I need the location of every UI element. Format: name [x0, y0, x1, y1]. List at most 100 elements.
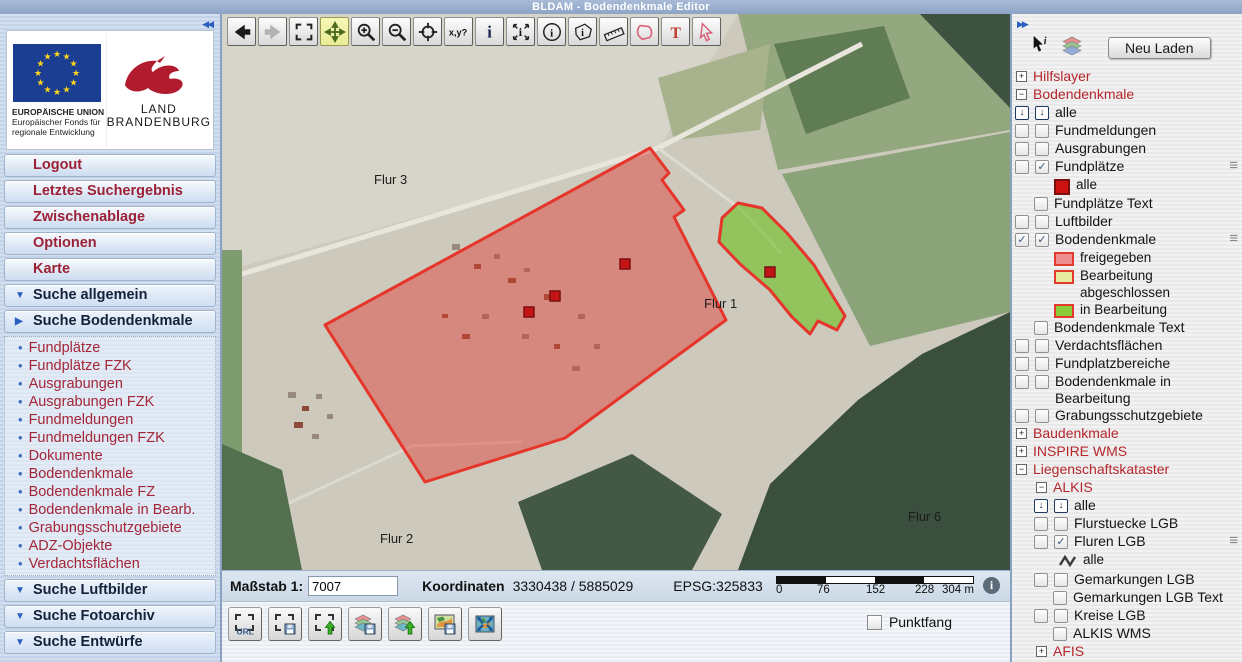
- bottom-tool-image-save-button[interactable]: [428, 607, 462, 641]
- section-suche-bodendenkmale[interactable]: ▶Suche Bodendenkmale: [4, 310, 216, 333]
- tool-select-arrow-button[interactable]: [692, 17, 721, 46]
- tree-item-label[interactable]: Verdachtsflächen: [1055, 337, 1242, 354]
- tree-item-label[interactable]: Gemarkungen LGB Text: [1073, 589, 1242, 606]
- tree-item-label[interactable]: Fundplätze Text: [1054, 195, 1242, 212]
- tool-draw-polygon-button[interactable]: [630, 17, 659, 46]
- expand-icon[interactable]: +: [1016, 446, 1027, 457]
- submenu-item-fundpl-tze-fzk[interactable]: •Fundplätze FZK: [5, 357, 215, 375]
- scalebar-info-icon[interactable]: i: [983, 577, 1000, 594]
- layer-checkbox[interactable]: [1034, 609, 1048, 623]
- layer-checkbox[interactable]: [1015, 409, 1029, 423]
- section-suche-fotoarchiv[interactable]: ▼Suche Fotoarchiv: [4, 605, 216, 628]
- layer-checkbox[interactable]: [1054, 573, 1068, 587]
- collapse-icon[interactable]: −: [1016, 89, 1027, 100]
- tool-center-target-button[interactable]: [413, 17, 442, 46]
- layer-checkbox[interactable]: [1035, 409, 1049, 423]
- monument-marker[interactable]: [765, 267, 775, 277]
- layer-menu-icon[interactable]: ≡: [1229, 533, 1238, 549]
- collapse-right-panel-icon[interactable]: ▶▶: [1017, 17, 1027, 32]
- bottom-tool-image-fit-button[interactable]: [468, 607, 502, 641]
- tool-full-extent-button[interactable]: [289, 17, 318, 46]
- tree-item-label[interactable]: Fundplätze: [1055, 158, 1224, 175]
- layers-icon[interactable]: [1060, 33, 1084, 62]
- bottom-tool-layers-load-button[interactable]: [388, 607, 422, 641]
- layer-checkbox[interactable]: [1034, 321, 1048, 335]
- menu-button-letztes-suchergebnis[interactable]: Letztes Suchergebnis: [4, 180, 216, 203]
- tool-zoom-info-button[interactable]: i: [506, 17, 535, 46]
- layer-checkbox[interactable]: [1034, 535, 1048, 549]
- identify-layers-icon[interactable]: i: [1030, 34, 1052, 61]
- submenu-item-ausgrabungen[interactable]: •Ausgrabungen: [5, 375, 215, 393]
- layer-checkbox[interactable]: [1015, 215, 1029, 229]
- tree-item-label[interactable]: Fluren LGB: [1074, 533, 1224, 550]
- tree-group-label[interactable]: ALKIS: [1053, 479, 1093, 496]
- tree-group-label[interactable]: Liegenschaftskataster: [1033, 461, 1169, 478]
- tool-info-circle-button[interactable]: i: [537, 17, 566, 46]
- bottom-tool-layers-save-button[interactable]: [348, 607, 382, 641]
- expand-icon[interactable]: +: [1016, 428, 1027, 439]
- section-suche-allgemein[interactable]: ▼Suche allgemein: [4, 284, 216, 307]
- expand-icon[interactable]: +: [1036, 646, 1047, 657]
- tool-back-button[interactable]: [227, 17, 256, 46]
- submenu-item-adz-objekte[interactable]: •ADZ-Objekte: [5, 537, 215, 555]
- layer-checkbox[interactable]: [1034, 573, 1048, 587]
- tool-info-polygon-button[interactable]: i: [568, 17, 597, 46]
- layer-checkbox[interactable]: ✓: [1015, 233, 1029, 247]
- submenu-item-bodendenkmale-fz[interactable]: •Bodendenkmale FZ: [5, 483, 215, 501]
- tool-zoom-out-button[interactable]: [382, 17, 411, 46]
- layer-checkbox[interactable]: [1053, 591, 1067, 605]
- menu-button-optionen[interactable]: Optionen: [4, 232, 216, 255]
- apply-all-toggle[interactable]: ↓: [1054, 499, 1068, 513]
- apply-all-toggle[interactable]: ↓: [1015, 106, 1029, 120]
- punktfang-checkbox[interactable]: [867, 615, 882, 630]
- scale-input[interactable]: [308, 576, 398, 596]
- tree-item-label[interactable]: Kreise LGB: [1074, 607, 1242, 624]
- layer-checkbox[interactable]: [1035, 375, 1049, 389]
- layer-checkbox[interactable]: [1054, 609, 1068, 623]
- submenu-item-grabungsschutzgebiete[interactable]: •Grabungsschutzgebiete: [5, 519, 215, 537]
- layer-checkbox[interactable]: [1034, 197, 1048, 211]
- tree-item-label[interactable]: Luftbilder: [1055, 213, 1242, 230]
- submenu-item-ausgrabungen-fzk[interactable]: •Ausgrabungen FZK: [5, 393, 215, 411]
- tree-group-label[interactable]: AFIS: [1053, 643, 1084, 660]
- tree-item-label[interactable]: alle: [1055, 104, 1242, 121]
- layer-checkbox[interactable]: [1015, 339, 1029, 353]
- tree-item-label[interactable]: Fundplatzbereiche: [1055, 355, 1242, 372]
- apply-all-toggle[interactable]: ↓: [1035, 106, 1049, 120]
- layer-menu-icon[interactable]: ≡: [1229, 231, 1238, 247]
- tool-xy-query-button[interactable]: x,y?: [444, 17, 473, 46]
- section-suche-luftbilder[interactable]: ▼Suche Luftbilder: [4, 579, 216, 602]
- layer-checkbox[interactable]: [1015, 375, 1029, 389]
- layer-checkbox[interactable]: ✓: [1035, 160, 1049, 174]
- layer-checkbox[interactable]: [1035, 357, 1049, 371]
- layer-checkbox[interactable]: [1015, 160, 1029, 174]
- tree-item-label[interactable]: Ausgrabungen: [1055, 140, 1242, 157]
- tree-item-label[interactable]: alle: [1074, 497, 1242, 514]
- reload-button[interactable]: Neu Laden: [1108, 37, 1211, 59]
- layer-checkbox[interactable]: [1015, 124, 1029, 138]
- tree-group-label[interactable]: Hilfslayer: [1033, 68, 1091, 85]
- tree-item-label[interactable]: Grabungsschutzgebiete: [1055, 407, 1242, 424]
- collapse-icon[interactable]: −: [1016, 464, 1027, 475]
- tree-item-label[interactable]: Fundmeldungen: [1055, 122, 1242, 139]
- tree-item-label[interactable]: Bodendenkmale: [1055, 231, 1224, 248]
- menu-button-karte[interactable]: Karte: [4, 258, 216, 281]
- tree-item-label[interactable]: Flurstuecke LGB: [1074, 515, 1242, 532]
- layer-checkbox[interactable]: [1035, 124, 1049, 138]
- submenu-item-bodendenkmale-in-bearb-[interactable]: •Bodendenkmale in Bearb.: [5, 501, 215, 519]
- tool-info-button[interactable]: i: [475, 17, 504, 46]
- submenu-item-fundmeldungen-fzk[interactable]: •Fundmeldungen FZK: [5, 429, 215, 447]
- bottom-tool-extent-save-button[interactable]: [268, 607, 302, 641]
- layer-checkbox[interactable]: [1035, 142, 1049, 156]
- expand-icon[interactable]: +: [1016, 71, 1027, 82]
- layer-checkbox[interactable]: [1053, 627, 1067, 641]
- tree-item-label[interactable]: Bodendenkmale in Bearbeitung: [1055, 373, 1242, 407]
- tool-pan-button[interactable]: [320, 17, 349, 46]
- layer-checkbox[interactable]: [1015, 357, 1029, 371]
- layer-checkbox[interactable]: [1035, 215, 1049, 229]
- tree-group-label[interactable]: Baudenkmale: [1033, 425, 1119, 442]
- submenu-item-dokumente[interactable]: •Dokumente: [5, 447, 215, 465]
- collapse-icon[interactable]: −: [1036, 482, 1047, 493]
- section-suche-entw-rfe[interactable]: ▼Suche Entwürfe: [4, 631, 216, 654]
- layer-checkbox[interactable]: [1035, 339, 1049, 353]
